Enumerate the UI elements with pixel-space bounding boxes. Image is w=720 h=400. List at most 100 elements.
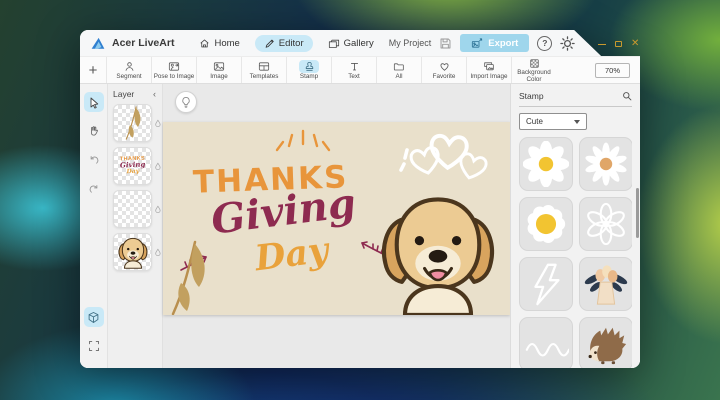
image-icon	[209, 60, 229, 73]
tab-editor[interactable]: Editor	[255, 35, 313, 52]
hedgehog-icon	[583, 321, 629, 367]
settings-gear-icon[interactable]	[560, 36, 575, 51]
close-button[interactable]: ✕	[631, 39, 639, 49]
stamp-daisy-tan-center[interactable]	[579, 137, 632, 191]
layer-row-puppy[interactable]	[113, 233, 162, 271]
zoom-level[interactable]: 70%	[595, 63, 630, 78]
collapse-panel-icon[interactable]: ‹	[153, 89, 156, 99]
minimize-button[interactable]	[598, 44, 606, 45]
hand-tool[interactable]	[84, 121, 104, 141]
toolbar-item-segment[interactable]: Segment	[106, 57, 151, 83]
select-cursor-tool[interactable]	[84, 92, 104, 112]
layer-lock-icon[interactable]	[154, 248, 162, 257]
export-button[interactable]: Export	[460, 34, 529, 52]
stamp-panel-scrollbar[interactable]	[636, 188, 640, 238]
layers-panel-title: Layer	[113, 89, 134, 99]
stamp-flower-bouquet[interactable]	[579, 257, 632, 311]
toolbar-item-all[interactable]: All	[376, 57, 421, 83]
toolbar-item-pose-to-image[interactable]: Pose to Image	[151, 57, 196, 83]
flower-yellow-icon	[523, 201, 569, 247]
question-icon: ?	[542, 38, 547, 48]
maximize-button[interactable]	[615, 41, 622, 47]
squiggle-icon	[523, 321, 569, 367]
stamp-flower-big-yellow-center[interactable]	[519, 197, 573, 251]
toolbar-item-stamp[interactable]: Stamp	[286, 57, 331, 83]
layer-lock-icon[interactable]	[154, 205, 162, 214]
daisy-icon	[523, 141, 569, 187]
puppy-sticker[interactable]	[375, 187, 501, 315]
artboard[interactable]: THANKS Giving Day	[163, 122, 510, 315]
toolbar-item-import-image[interactable]: Import Image	[466, 57, 511, 83]
undo-icon	[88, 154, 100, 166]
background-color-icon	[524, 58, 544, 69]
rays-doodle-icon	[267, 126, 339, 156]
folder-icon	[389, 60, 409, 73]
app-title: Acer LiveArt	[112, 37, 174, 49]
layer-row-leaf[interactable]	[113, 104, 162, 142]
daisy-thin-icon	[583, 141, 629, 187]
toolbar-item-image[interactable]: Image	[196, 57, 241, 83]
home-icon	[199, 38, 210, 49]
tab-gallery[interactable]: Gallery	[319, 35, 383, 52]
tab-home[interactable]: Home	[190, 35, 248, 52]
stamp-panel: Stamp Cute	[510, 84, 640, 368]
canvas-area[interactable]: THANKS Giving Day	[163, 84, 510, 368]
titlebar: Acer LiveArt Home Editor Gallery My Proj…	[80, 30, 640, 56]
toolbar-item-text[interactable]: Text	[331, 57, 376, 83]
search-icon[interactable]	[622, 91, 632, 101]
chevron-down-icon	[574, 120, 580, 124]
pose-to-image-icon	[164, 60, 184, 73]
stamp-squiggle-line[interactable]	[519, 317, 573, 368]
layers-panel: Layer ‹ THANKS Giving Day	[108, 84, 163, 368]
stamp-lightning-bolt[interactable]	[519, 257, 573, 311]
cube-icon	[87, 311, 100, 324]
bouquet-icon	[583, 261, 629, 307]
window-controls: ✕	[598, 39, 639, 49]
save-icon[interactable]	[439, 37, 452, 50]
layer-row-empty[interactable]	[113, 190, 162, 228]
stamp-flower-outline[interactable]	[579, 197, 632, 251]
redo-button[interactable]	[84, 179, 104, 199]
project-name: My Project	[389, 38, 432, 48]
leaf-graphic	[165, 240, 211, 315]
stamp-panel-title: Stamp	[519, 91, 544, 101]
layer-lock-icon[interactable]	[154, 119, 162, 128]
stamp-grid	[519, 137, 632, 368]
templates-icon	[254, 60, 274, 73]
artboard-text-day: Day	[253, 230, 331, 280]
import-image-icon	[479, 60, 499, 73]
toolbar-item-background-color[interactable]: Background Color	[511, 57, 556, 83]
flower-outline-icon	[583, 201, 629, 247]
toolbar-item-favorite[interactable]: Favorite	[421, 57, 466, 83]
app-logo-icon	[90, 36, 106, 50]
stamp-hedgehog[interactable]	[579, 317, 632, 368]
cursor-icon	[88, 96, 100, 109]
layer-row-text[interactable]: THANKS Giving Day	[113, 147, 162, 185]
undo-button[interactable]	[84, 150, 104, 170]
desktop-wallpaper: Acer LiveArt Home Editor Gallery My Proj…	[0, 0, 720, 400]
add-button[interactable]: +	[80, 57, 106, 83]
tips-button[interactable]	[175, 91, 197, 113]
left-tool-strip	[80, 84, 108, 368]
layer-lock-icon[interactable]	[154, 162, 162, 171]
hand-icon	[88, 125, 100, 137]
lightning-icon	[523, 261, 569, 307]
fit-view-button[interactable]	[84, 336, 104, 356]
heart-icon	[434, 60, 454, 73]
heart-doodles-icon	[397, 122, 489, 194]
lightbulb-icon	[180, 96, 192, 109]
app-window: Acer LiveArt Home Editor Gallery My Proj…	[80, 30, 640, 368]
redo-icon	[88, 183, 100, 195]
pen-icon	[264, 38, 275, 49]
toolbar: + Segment Pose to Image Image Templates	[80, 56, 640, 84]
fit-screen-icon	[88, 340, 100, 352]
export-icon	[471, 38, 483, 49]
stamp-category-dropdown[interactable]: Cute	[519, 113, 587, 130]
3d-cube-tool[interactable]	[84, 307, 104, 327]
text-icon	[344, 60, 364, 73]
stamp-daisy-yellow-center[interactable]	[519, 137, 573, 191]
toolbar-item-templates[interactable]: Templates	[241, 57, 286, 83]
segment-person-icon	[119, 60, 139, 73]
help-button[interactable]: ?	[537, 36, 552, 51]
stamp-icon	[299, 60, 319, 73]
